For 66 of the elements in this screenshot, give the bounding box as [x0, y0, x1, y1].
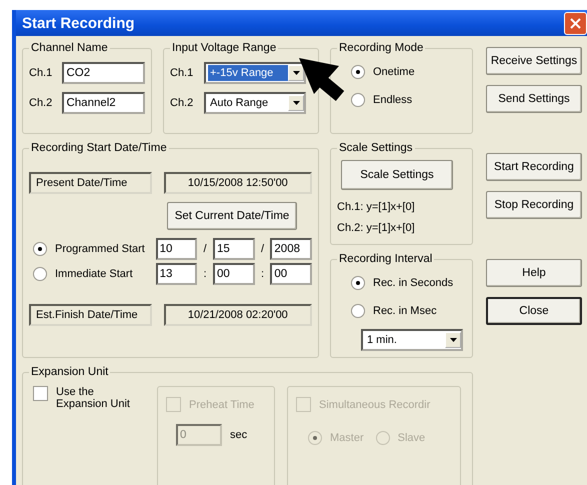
radio-label: Endless [373, 94, 412, 106]
group-label: Expansion Unit [30, 366, 110, 378]
date-time-display: 10/21/2008 02:20'00 [164, 304, 312, 326]
close-button[interactable] [564, 12, 587, 34]
checkbox-label: Preheat Time [189, 398, 254, 410]
radio-button[interactable] [351, 276, 365, 290]
unit-label: sec [230, 429, 248, 441]
separator: : [260, 268, 266, 280]
text-field[interactable]: 10 [156, 238, 198, 260]
caret-icon [450, 338, 456, 342]
radio-label: Programmed Start [55, 242, 145, 254]
dialog-button[interactable]: Close [486, 297, 582, 325]
scale-settings-button[interactable]: Scale Settings [341, 160, 453, 190]
separator: / [202, 242, 208, 254]
checkbox-label: Use the Expansion Unit [56, 386, 131, 410]
field-label: Est.Finish Date/Time [29, 304, 152, 326]
dialog-button[interactable]: Send Settings [486, 85, 582, 113]
radio-button[interactable] [33, 242, 47, 256]
channel-label: Ch.1 [170, 67, 194, 79]
set-date-time-button[interactable]: Set Current Date/Time [167, 202, 297, 230]
window-title: Start Recording [22, 14, 135, 32]
text-field[interactable]: 15 [212, 238, 255, 260]
dialog-button[interactable]: Start Recording [486, 153, 582, 181]
radio-button[interactable] [351, 93, 365, 107]
caret-icon [292, 101, 300, 105]
text-field[interactable]: CO2 [62, 62, 145, 84]
group-label: Channel Name [30, 42, 109, 54]
annotation-arrow [299, 58, 344, 101]
group-label: Recording Start Date/Time [30, 142, 168, 154]
radio-label: Rec. in Seconds [373, 277, 454, 289]
scale-formula: Ch.1: y=[1]x+[0] [337, 200, 416, 214]
date-time-display: 10/15/2008 12:50'00 [164, 172, 312, 194]
radio-label: Master [330, 432, 364, 444]
dialog-button[interactable]: Receive Settings [486, 47, 582, 75]
close-icon [570, 18, 581, 28]
text-field[interactable]: 00 [270, 262, 312, 284]
dialog-button[interactable]: Help [486, 259, 582, 287]
radio-label: Slave [398, 432, 426, 444]
scale-formula: Ch.2: y=[1]x+[0] [337, 220, 416, 236]
dropdown[interactable]: Auto Range [204, 92, 306, 114]
group-label: Input Voltage Range [171, 42, 278, 54]
dialog-button[interactable]: Stop Recording [486, 191, 582, 219]
channel-label: Ch.2 [170, 97, 194, 109]
radio-button[interactable] [351, 65, 365, 79]
dropdown[interactable]: 1 min. [361, 329, 463, 351]
group-label: Recording Mode [338, 42, 424, 54]
text-field[interactable]: 13 [156, 262, 198, 284]
group-label: Recording Interval [338, 253, 434, 265]
checkbox-label: Simultaneous Recordir [319, 398, 430, 410]
text-field[interactable]: Channel2 [62, 92, 145, 114]
channel-label: Ch.1 [29, 67, 54, 79]
group-label: Scale Settings [338, 142, 414, 154]
radio-label: Onetime [373, 66, 415, 78]
caret-icon [292, 71, 300, 75]
radio-label: Rec. in Msec [373, 305, 437, 317]
radio-button[interactable] [351, 304, 365, 318]
checkbox[interactable] [33, 386, 48, 401]
channel-label: Ch.2 [29, 97, 54, 109]
separator: : [202, 268, 208, 280]
dropdown[interactable]: +-15v Range [204, 62, 306, 84]
field-label: Present Date/Time [29, 172, 152, 194]
separator: / [260, 242, 266, 254]
radio-button[interactable] [33, 266, 47, 280]
radio-label: Immediate Start [55, 268, 133, 280]
text-field[interactable]: 2008 [270, 238, 312, 260]
text-field[interactable]: 00 [212, 262, 255, 284]
